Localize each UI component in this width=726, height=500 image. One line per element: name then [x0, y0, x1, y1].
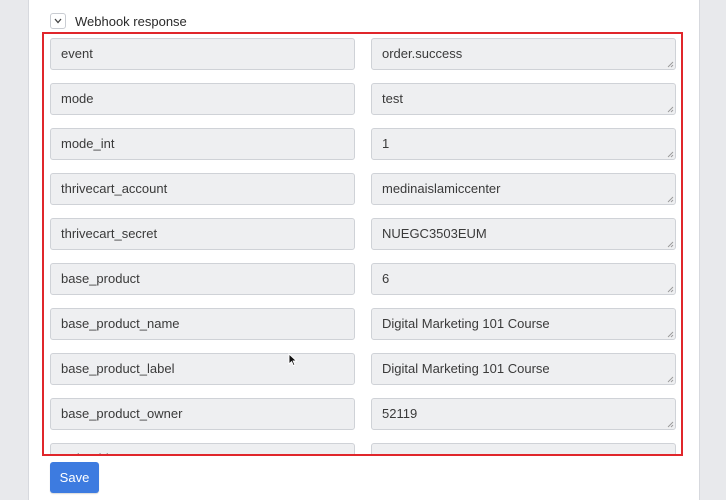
field-value-text: test [382, 91, 403, 106]
field-value-text: Digital Marketing 101 Course [382, 316, 550, 331]
field-value-text: 52119 [382, 406, 418, 421]
field-row: mode test [50, 83, 676, 115]
field-key[interactable]: order_id [50, 443, 355, 454]
field-value-text: NUEGC3503EUM [382, 226, 487, 241]
field-value[interactable]: Digital Marketing 101 Course [371, 308, 676, 340]
field-value[interactable]: medinaislamiccenter [371, 173, 676, 205]
field-row: event order.success [50, 38, 676, 70]
resize-handle-icon[interactable] [667, 241, 674, 248]
field-row: mode_int 1 [50, 128, 676, 160]
field-value[interactable]: order.success [371, 38, 676, 70]
resize-handle-icon[interactable] [667, 331, 674, 338]
field-row: thrivecart_account medinaislamiccenter [50, 173, 676, 205]
field-row: order_id 4922898 [50, 443, 676, 455]
resize-handle-icon[interactable] [667, 151, 674, 158]
field-value[interactable]: 52119 [371, 398, 676, 430]
field-key[interactable]: base_product_label [50, 353, 355, 385]
field-value-text: 1 [382, 136, 390, 151]
field-key[interactable]: event [50, 38, 355, 70]
field-row: base_product_label Digital Marketing 101… [50, 353, 676, 385]
field-row: thrivecart_secret NUEGC3503EUM [50, 218, 676, 250]
field-row: base_product 6 [50, 263, 676, 295]
field-key[interactable]: thrivecart_account [50, 173, 355, 205]
field-row: base_product_owner 52119 [50, 398, 676, 430]
chevron-down-icon[interactable] [50, 13, 66, 29]
field-row: base_product_name Digital Marketing 101 … [50, 308, 676, 340]
field-key[interactable]: base_product_name [50, 308, 355, 340]
resize-handle-icon[interactable] [667, 61, 674, 68]
field-value-text: order.success [382, 46, 463, 61]
field-value[interactable]: 1 [371, 128, 676, 160]
field-value[interactable]: NUEGC3503EUM [371, 218, 676, 250]
resize-handle-icon[interactable] [667, 106, 674, 113]
field-value-text: 4922898 [382, 451, 433, 455]
field-value[interactable]: Digital Marketing 101 Course [371, 353, 676, 385]
resize-handle-icon[interactable] [667, 421, 674, 428]
field-value[interactable]: 4922898 [371, 443, 676, 455]
field-value-text: 6 [382, 271, 390, 286]
mouse-pointer-icon [288, 353, 298, 367]
section-header[interactable]: Webhook response [50, 10, 187, 32]
field-key[interactable]: mode_int [50, 128, 355, 160]
save-button[interactable]: Save [50, 462, 99, 493]
field-value-text: Digital Marketing 101 Course [382, 361, 550, 376]
resize-handle-icon[interactable] [667, 376, 674, 383]
field-key[interactable]: base_product [50, 263, 355, 295]
field-value[interactable]: test [371, 83, 676, 115]
field-value-text: medinaislamiccenter [382, 181, 501, 196]
field-key[interactable]: base_product_owner [50, 398, 355, 430]
field-key[interactable]: mode [50, 83, 355, 115]
resize-handle-icon[interactable] [667, 286, 674, 293]
webhook-fields-highlight: event order.success mode test mode_int 1… [42, 32, 683, 456]
field-value[interactable]: 6 [371, 263, 676, 295]
resize-handle-icon[interactable] [667, 196, 674, 203]
field-key[interactable]: thrivecart_secret [50, 218, 355, 250]
section-title: Webhook response [75, 13, 187, 29]
